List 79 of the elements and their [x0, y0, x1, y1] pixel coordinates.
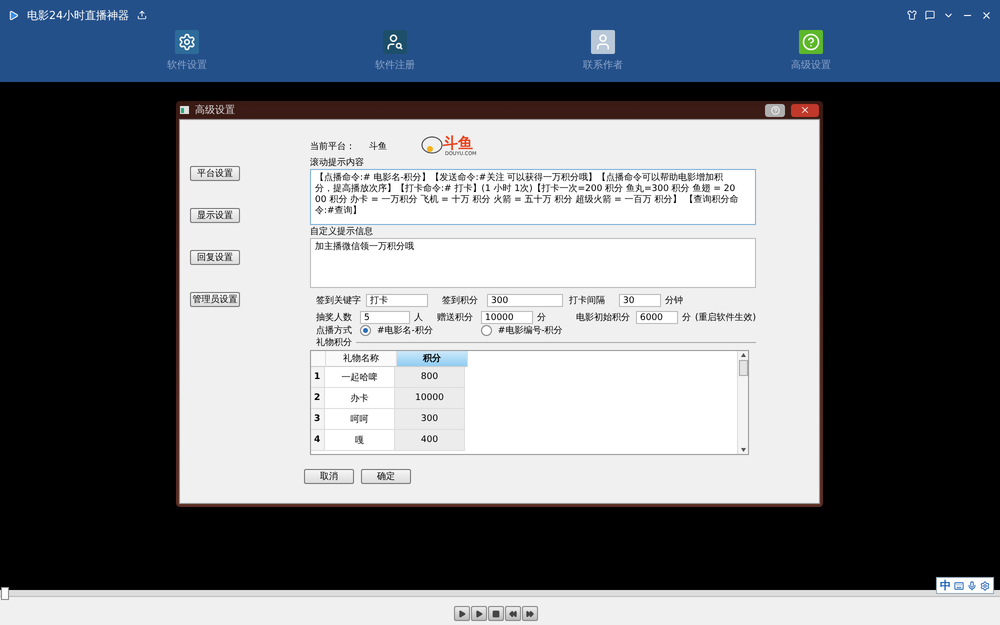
close-icon — [800, 105, 810, 115]
unit-label: 分 — [681, 312, 691, 324]
unit-label: 分钟 — [664, 294, 683, 307]
side-button[interactable]: 显示设置 — [190, 208, 240, 223]
platform-value: 斗鱼 — [369, 140, 387, 152]
field-label: 签到积分 — [442, 294, 479, 307]
table-cell: 400 — [395, 430, 465, 451]
column-header[interactable]: 礼物名称 — [326, 351, 397, 367]
settings-icon[interactable] — [980, 580, 990, 590]
scroll-up-icon[interactable] — [740, 353, 746, 357]
table-cell: 嘎 — [325, 430, 395, 451]
input-field[interactable]: 300 — [487, 294, 563, 307]
keyboard-icon[interactable] — [954, 580, 964, 590]
mode-label: 点播方式 — [316, 324, 352, 336]
table-cell: 10000 — [395, 388, 465, 409]
field-label: 电影初始积分 — [576, 312, 631, 324]
unit-label: 分 — [536, 312, 546, 324]
play-button[interactable] — [471, 606, 487, 621]
unit-label: 人 — [413, 312, 423, 324]
text-area[interactable]: 加主播微信领一万积分哦 — [310, 238, 756, 288]
input-field[interactable]: 打卡 — [366, 294, 428, 307]
field-label: 抽奖人数 — [316, 312, 353, 324]
field-label: 赠送积分 — [437, 312, 474, 324]
table-cell: 300 — [395, 409, 465, 430]
window-icon — [180, 106, 189, 114]
play-icon — [475, 610, 483, 618]
play-button[interactable] — [454, 606, 470, 621]
group-label: 礼物积分 — [316, 336, 352, 348]
help-icon — [770, 106, 780, 114]
play-icon — [458, 610, 466, 618]
scroll-thumb[interactable] — [738, 360, 748, 376]
person-icon — [591, 30, 615, 54]
fast-forward-button[interactable] — [522, 606, 538, 621]
user-search-icon — [383, 30, 407, 54]
help-button[interactable] — [765, 104, 785, 116]
fast-forward-icon — [526, 610, 534, 618]
field-label: 打卡间隔 — [569, 294, 606, 307]
dialog-title: 高级设置 — [195, 104, 235, 117]
stop-button[interactable] — [488, 606, 504, 621]
gear-icon — [175, 30, 199, 54]
message-icon[interactable] — [925, 10, 935, 20]
input-field[interactable]: 6000 — [636, 311, 678, 324]
radio-option[interactable]: #电影名-积分 — [360, 324, 433, 336]
table-cell: 呵呵 — [325, 409, 395, 430]
close-icon[interactable] — [981, 10, 992, 20]
platform-label: 当前平台： — [310, 140, 355, 152]
scrollbar[interactable] — [737, 351, 748, 454]
input-field[interactable]: 10000 — [481, 311, 533, 324]
column-header[interactable]: 积分 — [397, 351, 468, 367]
ime-toolbar[interactable]: 中 — [936, 577, 994, 594]
table-cell: 办卡 — [325, 388, 395, 409]
input-field[interactable]: 30 — [619, 294, 661, 307]
section-label: 自定义提示信息 — [310, 226, 374, 238]
row-number: 4 — [311, 430, 325, 451]
rewind-icon — [509, 610, 517, 618]
radio-option[interactable]: #电影编号-积分 — [480, 324, 563, 336]
help-icon — [799, 30, 823, 54]
row-number: 1 — [311, 367, 325, 388]
app-logo-icon — [8, 10, 19, 20]
table-cell: 一起哈啤 — [325, 367, 395, 388]
dialog-button[interactable]: 确定 — [361, 469, 411, 484]
input-field[interactable]: 5 — [360, 311, 410, 324]
row-number: 2 — [311, 388, 325, 409]
microphone-icon[interactable] — [967, 580, 977, 590]
stop-icon — [492, 610, 500, 618]
window-title: 电影24小时直播神器 — [27, 8, 129, 22]
text-area[interactable]: 【点播命令:# 电影名-积分】【发送命令:#关注 可以获得一万积分哦】【点播命令可以帮助电影增加积分，提高播放次序】【打卡命令:# 打卡】(1 小时 1次)【打卡一次=200 积分 鱼丸=300 积分 鱼翅 = 2000 积分 办卡 = 一万积分 飞机 = 十万 积分 火箭 = 五十万 积分 超级火箭 = 一百万 积分】 【查询积分命令:#查询】 — [310, 169, 756, 225]
rewind-button[interactable] — [505, 606, 521, 621]
field-label: 签到关键字 — [316, 294, 362, 307]
note-text: (重启软件生效) — [694, 312, 756, 324]
close-button[interactable] — [791, 104, 819, 116]
table-cell: 800 — [395, 367, 465, 388]
row-number: 3 — [311, 409, 325, 430]
side-button[interactable]: 回复设置 — [190, 250, 240, 265]
side-button[interactable]: 管理员设置 — [190, 292, 240, 307]
section-label: 滚动提示内容 — [310, 156, 365, 169]
scroll-down-icon[interactable] — [740, 448, 746, 452]
side-button[interactable]: 平台设置 — [190, 166, 240, 181]
dialog-button[interactable]: 取消 — [304, 469, 354, 484]
